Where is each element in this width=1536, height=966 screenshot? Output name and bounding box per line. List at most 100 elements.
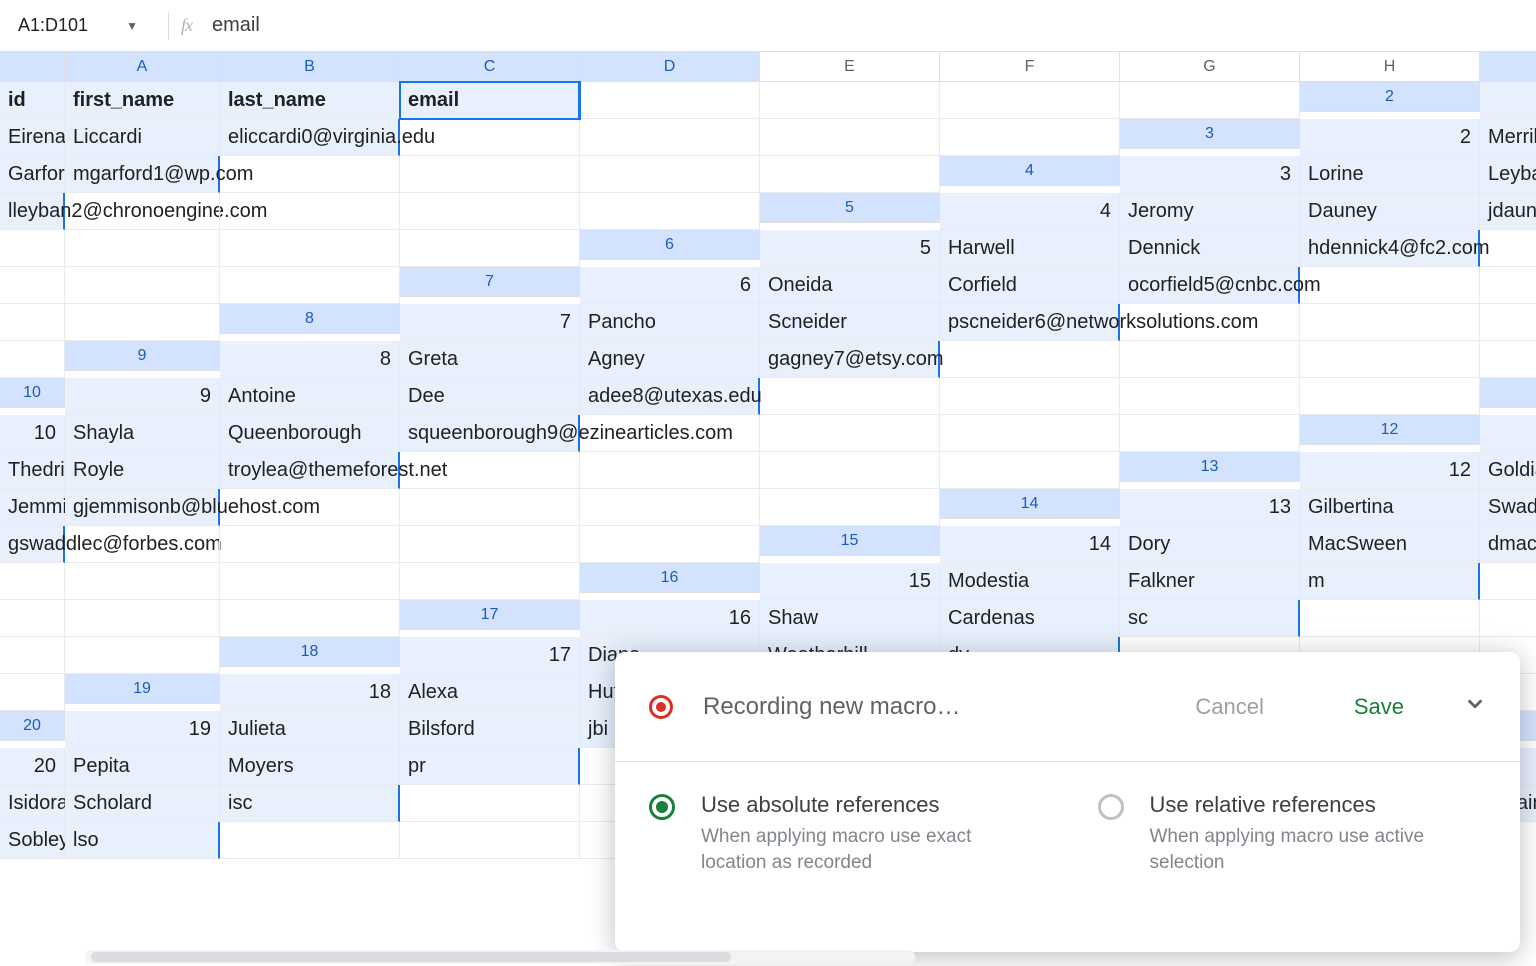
cell[interactable]: 1 xyxy=(1480,82,1536,119)
cell[interactable] xyxy=(65,637,220,674)
cell[interactable]: Jeromy xyxy=(1120,193,1300,230)
cell[interactable] xyxy=(1300,600,1480,637)
formula-input[interactable] xyxy=(210,13,1528,38)
row-header[interactable]: 19 xyxy=(65,674,220,704)
cell[interactable]: 14 xyxy=(940,526,1120,563)
cell[interactable]: gagney7@etsy.com xyxy=(760,341,940,378)
cell[interactable]: 9 xyxy=(65,378,220,415)
cell[interactable] xyxy=(220,563,400,600)
cell[interactable] xyxy=(220,230,400,267)
cell[interactable]: gjemmisonb@bluehost.com xyxy=(65,489,220,526)
cell[interactable]: Lorine xyxy=(1300,156,1480,193)
cell[interactable]: Dauney xyxy=(1300,193,1480,230)
cell[interactable] xyxy=(760,378,940,415)
cell[interactable] xyxy=(0,674,65,711)
cell[interactable]: Dennick xyxy=(1120,230,1300,267)
cell[interactable]: gswaddlec@forbes.com xyxy=(0,526,65,563)
cell[interactable]: 8 xyxy=(220,341,400,378)
cell[interactable]: isc xyxy=(220,785,400,822)
row-header[interactable]: 17 xyxy=(400,600,580,630)
cell[interactable]: Gilbertina xyxy=(1300,489,1480,526)
column-header[interactable]: A xyxy=(65,52,220,82)
cell[interactable]: Modestia xyxy=(940,563,1120,600)
cell[interactable]: adee8@utexas.edu xyxy=(580,378,760,415)
cell[interactable] xyxy=(1300,341,1480,378)
macro-option[interactable]: Use relative referencesWhen applying mac… xyxy=(1098,792,1487,875)
row-header[interactable]: 1 xyxy=(1480,52,1536,82)
cell[interactable]: Pepita xyxy=(65,748,220,785)
cell[interactable] xyxy=(0,304,65,341)
row-header[interactable]: 16 xyxy=(580,563,760,593)
cell[interactable] xyxy=(220,267,400,304)
cell[interactable] xyxy=(1120,415,1300,452)
cell[interactable] xyxy=(1480,341,1536,378)
radio-button[interactable] xyxy=(649,794,675,820)
row-header[interactable]: 7 xyxy=(400,267,580,297)
cell[interactable]: 16 xyxy=(580,600,760,637)
scrollbar-thumb[interactable] xyxy=(91,952,731,962)
row-header[interactable]: 11 xyxy=(1480,378,1536,408)
cell[interactable]: 15 xyxy=(760,563,940,600)
cell[interactable] xyxy=(1480,267,1536,304)
cell[interactable]: lso xyxy=(65,822,220,859)
cell[interactable] xyxy=(1480,230,1536,267)
cell[interactable]: Isidora xyxy=(0,785,65,822)
cell[interactable]: Liccardi xyxy=(65,119,220,156)
cell[interactable] xyxy=(65,563,220,600)
cell[interactable]: Garford xyxy=(0,156,65,193)
save-button[interactable]: Save xyxy=(1354,694,1404,720)
cell[interactable] xyxy=(400,526,580,563)
cell[interactable] xyxy=(0,637,65,674)
column-header[interactable]: C xyxy=(400,52,580,82)
column-header[interactable]: G xyxy=(1120,52,1300,82)
chevron-down-icon[interactable] xyxy=(1464,693,1486,721)
cell[interactable] xyxy=(220,526,400,563)
cell[interactable] xyxy=(0,267,65,304)
column-header[interactable]: H xyxy=(1300,52,1480,82)
row-header[interactable]: 6 xyxy=(580,230,760,260)
row-header[interactable]: 2 xyxy=(1300,82,1480,112)
cell[interactable]: Shaw xyxy=(760,600,940,637)
cell[interactable]: mgarford1@wp.com xyxy=(65,156,220,193)
cell[interactable] xyxy=(760,415,940,452)
cell[interactable] xyxy=(65,304,220,341)
cell[interactable]: 6 xyxy=(580,267,760,304)
cell[interactable]: Pancho xyxy=(580,304,760,341)
cell[interactable]: Merrili xyxy=(1480,119,1536,156)
cell[interactable] xyxy=(400,230,580,267)
cell[interactable]: Moyers xyxy=(220,748,400,785)
row-header[interactable]: 10 xyxy=(0,378,65,408)
cell[interactable]: Oneida xyxy=(760,267,940,304)
cell[interactable]: Dee xyxy=(400,378,580,415)
cell[interactable]: Bilsford xyxy=(400,711,580,748)
cell[interactable] xyxy=(580,156,760,193)
cell[interactable]: troylea@themeforest.net xyxy=(220,452,400,489)
radio-button[interactable] xyxy=(1098,794,1124,820)
cell[interactable]: 12 xyxy=(1300,452,1480,489)
cell[interactable] xyxy=(580,193,760,230)
row-header[interactable]: 4 xyxy=(940,156,1120,186)
cell[interactable] xyxy=(400,193,580,230)
cell[interactable]: m xyxy=(1300,563,1480,600)
cell[interactable]: last_name xyxy=(220,82,400,119)
cell[interactable] xyxy=(580,415,760,452)
cell[interactable]: 7 xyxy=(400,304,580,341)
row-header[interactable]: 12 xyxy=(1300,415,1480,445)
cell[interactable] xyxy=(65,230,220,267)
cell[interactable]: Thedrick xyxy=(0,452,65,489)
row-header[interactable]: 8 xyxy=(220,304,400,334)
cell[interactable] xyxy=(0,341,65,378)
cell[interactable]: ocorfield5@cnbc.com xyxy=(1120,267,1300,304)
row-header[interactable]: 13 xyxy=(1120,452,1300,482)
cell[interactable] xyxy=(940,378,1120,415)
cell[interactable]: first_name xyxy=(65,82,220,119)
cell[interactable]: 11 xyxy=(1480,415,1536,452)
cell[interactable]: 18 xyxy=(220,674,400,711)
cell[interactable] xyxy=(400,563,580,600)
cell[interactable]: dmacsweend@mediafire.com xyxy=(1480,526,1536,563)
cell[interactable]: MacSween xyxy=(1300,526,1480,563)
row-header[interactable]: 15 xyxy=(760,526,940,556)
cell[interactable]: Harwell xyxy=(940,230,1120,267)
cell[interactable]: Swaddle xyxy=(1480,489,1536,526)
cell[interactable]: Falkner xyxy=(1120,563,1300,600)
